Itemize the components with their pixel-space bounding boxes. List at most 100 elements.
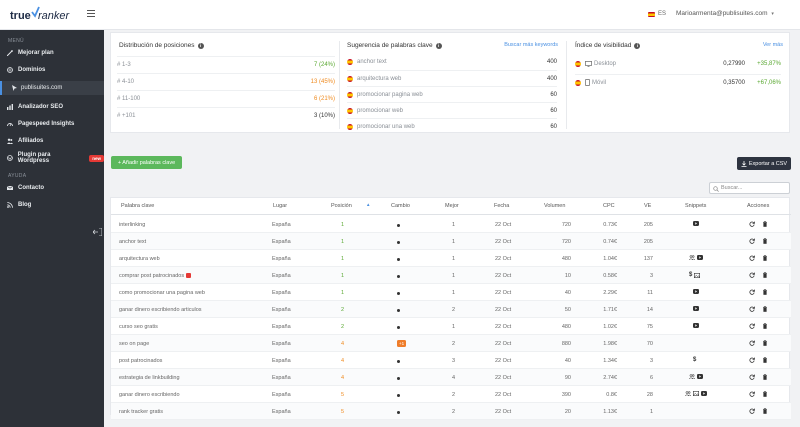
refresh-icon[interactable] bbox=[749, 391, 755, 397]
table-row[interactable]: estrategia de linkbuilding España 4 4 22 Oct… bbox=[111, 369, 791, 386]
keyword-cell[interactable]: como promocionar una pagina web bbox=[119, 290, 205, 296]
language-selector[interactable]: ES bbox=[648, 11, 666, 17]
suggestion-row[interactable]: promocionar web 60 bbox=[347, 102, 557, 118]
sidebar-item-blog[interactable]: Blog bbox=[0, 199, 104, 211]
sort-asc-icon[interactable]: ▲ bbox=[366, 202, 370, 207]
suggestion-row[interactable]: anchor text 400 bbox=[347, 54, 557, 70]
sidebar-item-pagespeed[interactable]: Pagespeed Insights bbox=[0, 118, 104, 130]
refresh-icon[interactable] bbox=[749, 306, 755, 312]
sidebar-item-analizador-seo[interactable]: Analizador SEO bbox=[0, 101, 104, 113]
refresh-icon[interactable] bbox=[749, 323, 755, 329]
keyword-text: curso seo gratis bbox=[119, 324, 158, 330]
keyword-cell[interactable]: arquitectura web bbox=[119, 256, 160, 262]
keyword-cell[interactable]: estrategia de linkbuilding bbox=[119, 375, 180, 381]
trash-icon[interactable] bbox=[762, 391, 768, 397]
table-row[interactable]: arquitectura web España 1 1 22 Oct 480 1.04€ 13… bbox=[111, 250, 791, 267]
collapse-sidebar-icon[interactable] bbox=[93, 228, 102, 236]
refresh-icon[interactable] bbox=[749, 374, 755, 380]
header-keyword[interactable]: Palabra clave bbox=[121, 203, 154, 209]
refresh-icon[interactable] bbox=[749, 357, 755, 363]
refresh-icon[interactable] bbox=[749, 221, 755, 227]
table-row[interactable]: ganar dinero escribiendo España 5 2 22 Oct 39… bbox=[111, 386, 791, 403]
keyword-cell[interactable]: rank tracker gratis bbox=[119, 409, 163, 415]
suggestion-row[interactable]: promocionar pagina web 60 bbox=[347, 86, 557, 102]
table-row[interactable]: ganar dinero escribiendo articulos España… bbox=[111, 301, 791, 318]
suggestion-row[interactable]: arquitectura web 400 bbox=[347, 70, 557, 86]
sidebar-item-plugin-wordpress[interactable]: Plugin para Wordpress new bbox=[0, 152, 104, 164]
refresh-icon[interactable] bbox=[749, 238, 755, 244]
keyword-cell[interactable]: ganar dinero escribiendo bbox=[119, 392, 180, 398]
date-cell: 22 Oct bbox=[495, 392, 512, 398]
header-place[interactable]: Lugar bbox=[273, 203, 287, 209]
range-label: # +101 bbox=[117, 112, 136, 119]
header-best[interactable]: Mejor bbox=[445, 203, 459, 209]
header-ve[interactable]: VE bbox=[644, 203, 651, 209]
trash-icon[interactable] bbox=[762, 408, 768, 414]
see-more-link[interactable]: Ver más bbox=[763, 42, 783, 48]
sidebar-item-afiliados[interactable]: Afiliados bbox=[0, 135, 104, 147]
sidebar-item-publisuites[interactable]: publisuites.com bbox=[0, 81, 104, 95]
trash-icon[interactable] bbox=[762, 323, 768, 329]
table-row[interactable]: seo on page España 4 +1 2 22 Oct 880 1.98€ 70 bbox=[111, 335, 791, 352]
info-icon[interactable]: i bbox=[634, 42, 641, 49]
table-row[interactable]: curso seo gratis España 2 1 22 Oct 480 1.02€ 75 bbox=[111, 318, 791, 335]
header-change[interactable]: Cambio bbox=[391, 203, 410, 209]
keyword-cell[interactable]: interlinking bbox=[119, 222, 145, 228]
refresh-icon[interactable] bbox=[749, 408, 755, 414]
info-icon[interactable]: i bbox=[197, 42, 204, 49]
trash-icon[interactable] bbox=[762, 221, 768, 227]
brand-logo[interactable]: true ranker bbox=[8, 6, 72, 24]
hamburger-menu-icon[interactable] bbox=[87, 10, 95, 17]
position-distribution: Distribución de posiciones i # 1-3 7 (24… bbox=[111, 33, 337, 132]
table-row[interactable]: como promocionar una pagina web España 1 1 2… bbox=[111, 284, 791, 301]
suggestion-row[interactable]: promocionar una web 60 bbox=[347, 118, 557, 134]
trash-icon[interactable] bbox=[762, 272, 768, 278]
header-date[interactable]: Fecha bbox=[494, 203, 509, 209]
best-cell: 1 bbox=[452, 222, 456, 228]
table-row[interactable]: interlinking España 1 1 22 Oct 720 0.73€ 205 bbox=[111, 216, 791, 233]
table-row[interactable]: anchor text España 1 1 22 Oct 720 0.74€ 205 bbox=[111, 233, 791, 250]
table-row[interactable]: post patrocinados España 4 3 22 Oct 40 1.34€ 3 $ bbox=[111, 352, 791, 369]
change-cell: +1 bbox=[397, 340, 407, 347]
keyword-cell[interactable]: curso seo gratis bbox=[119, 324, 158, 330]
suggestions-title: Sugerencia de palabras clave i bbox=[347, 42, 442, 49]
sidebar-item-mejorar-plan[interactable]: Mejorar plan bbox=[0, 47, 104, 59]
refresh-icon[interactable] bbox=[749, 255, 755, 261]
trash-icon[interactable] bbox=[762, 306, 768, 312]
info-icon[interactable]: i bbox=[435, 42, 442, 49]
header-snippets[interactable]: Snippets bbox=[685, 203, 706, 209]
trash-icon[interactable] bbox=[762, 255, 768, 261]
keyword-cell[interactable]: anchor text bbox=[119, 239, 146, 245]
refresh-icon[interactable] bbox=[749, 272, 755, 278]
user-menu[interactable]: Marioarmenta@publisuites.com ▾ bbox=[676, 10, 774, 17]
sidebar-item-dominios[interactable]: Dominios bbox=[0, 64, 104, 76]
refresh-icon[interactable] bbox=[749, 340, 755, 346]
trash-icon[interactable] bbox=[762, 340, 768, 346]
refresh-icon[interactable] bbox=[749, 289, 755, 295]
top-bar: true ranker ES Marioarmenta@publisuites.… bbox=[0, 0, 800, 30]
spain-flag-icon bbox=[575, 61, 581, 67]
distribution-row: # 1-3 7 (24%) bbox=[117, 56, 335, 72]
search-input[interactable]: Buscar... bbox=[709, 182, 790, 194]
sidebar-item-contacto[interactable]: Contacto bbox=[0, 182, 104, 194]
snippets-cell bbox=[693, 221, 699, 226]
search-more-keywords-link[interactable]: Buscar más keywords bbox=[504, 42, 558, 48]
export-csv-button[interactable]: Exportar a CSV bbox=[737, 157, 791, 170]
trash-icon[interactable] bbox=[762, 238, 768, 244]
trash-icon[interactable] bbox=[762, 374, 768, 380]
table-row[interactable]: rank tracker gratis España 5 2 22 Oct 20 1.13€… bbox=[111, 403, 791, 420]
header-position[interactable]: Posición bbox=[331, 203, 352, 209]
header-volume[interactable]: Volumen bbox=[544, 203, 565, 209]
trash-icon[interactable] bbox=[762, 357, 768, 363]
keyword-cell[interactable]: comprar post patrocinados bbox=[119, 273, 192, 279]
cpc-cell: 2.74€ bbox=[603, 375, 617, 381]
actions-cell bbox=[749, 272, 768, 278]
keyword-cell[interactable]: post patrocinados bbox=[119, 358, 162, 364]
add-keywords-button[interactable]: + Añadir palabras clave bbox=[111, 156, 182, 169]
table-row[interactable]: comprar post patrocinados España 1 1 22 Oct 1… bbox=[111, 267, 791, 284]
header-cpc[interactable]: CPC bbox=[603, 203, 615, 209]
trash-icon[interactable] bbox=[762, 289, 768, 295]
video-snippet-icon bbox=[697, 374, 703, 379]
keyword-cell[interactable]: seo on page bbox=[119, 341, 149, 347]
keyword-cell[interactable]: ganar dinero escribiendo articulos bbox=[119, 307, 202, 313]
